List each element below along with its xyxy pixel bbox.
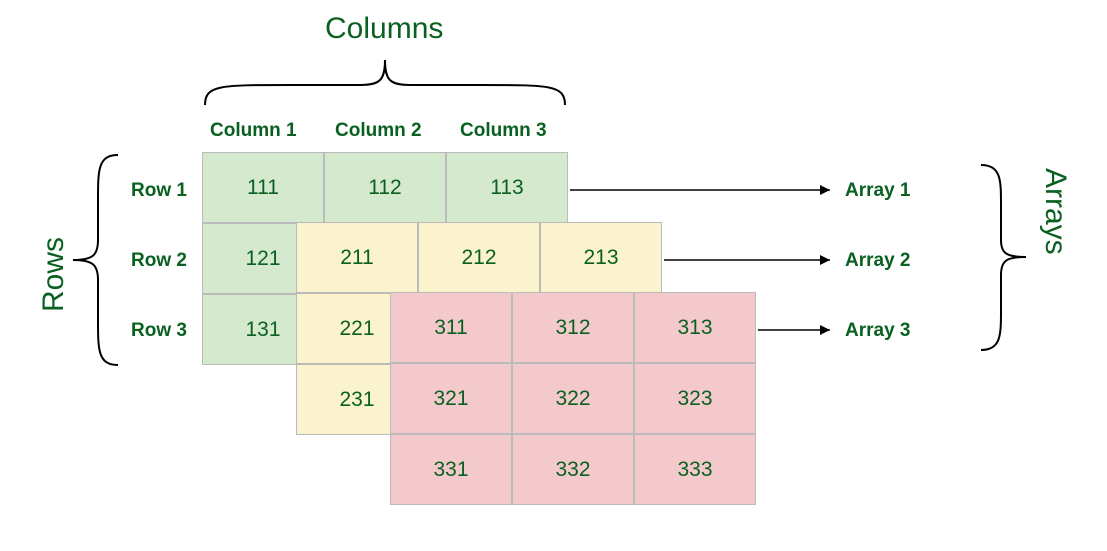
- cell: 312: [512, 292, 634, 363]
- cell: 111: [202, 152, 324, 223]
- array-label: Array 3: [845, 320, 911, 342]
- cell: 213: [540, 222, 662, 293]
- left-brace-icon: [68, 150, 123, 370]
- cell: 311: [390, 292, 512, 363]
- cell: 331: [390, 434, 512, 505]
- right-brace-icon: [976, 160, 1031, 355]
- arrow-icon: [758, 323, 840, 337]
- cell: 212: [418, 222, 540, 293]
- column-header: Column 1: [210, 120, 297, 142]
- cell: 112: [324, 152, 446, 223]
- cell: 321: [390, 363, 512, 434]
- array-label: Array 2: [845, 250, 911, 272]
- arrow-icon: [570, 183, 840, 197]
- cell: 323: [634, 363, 756, 434]
- cell: 322: [512, 363, 634, 434]
- cell: 333: [634, 434, 756, 505]
- arrays-title: Arrays: [1038, 168, 1072, 255]
- array-label: Array 1: [845, 180, 911, 202]
- row-header: Row 1: [131, 180, 187, 202]
- row-header: Row 3: [131, 320, 187, 342]
- column-header: Column 3: [460, 120, 547, 142]
- cell: 211: [296, 222, 418, 293]
- arrow-icon: [664, 253, 840, 267]
- cell: 332: [512, 434, 634, 505]
- rows-title: Rows: [37, 237, 71, 312]
- array-grid-3: 311 312 313 321 322 323 331 332 333: [390, 292, 756, 505]
- cell: 313: [634, 292, 756, 363]
- columns-title: Columns: [325, 12, 443, 46]
- column-header: Column 2: [335, 120, 422, 142]
- row-header: Row 2: [131, 250, 187, 272]
- top-brace-icon: [200, 55, 570, 110]
- cell: 113: [446, 152, 568, 223]
